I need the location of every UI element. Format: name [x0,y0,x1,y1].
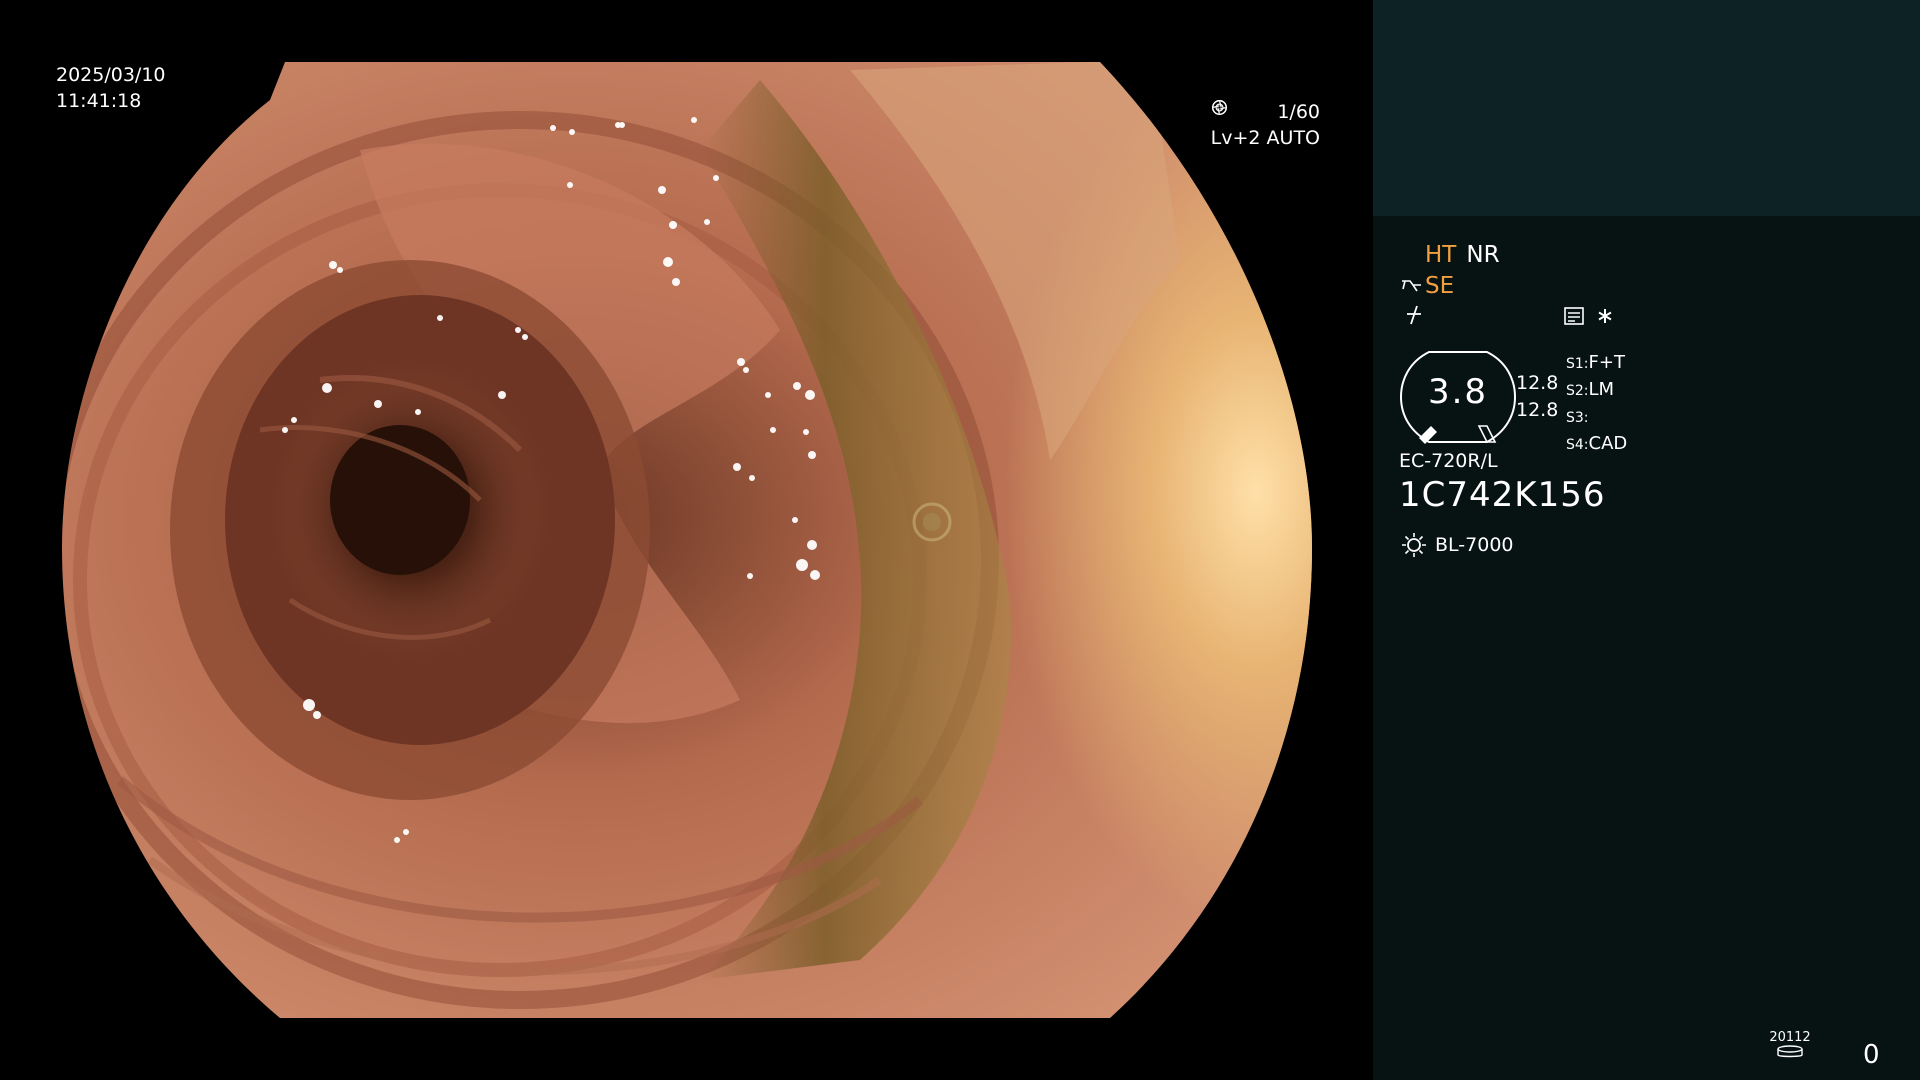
flash-icon [1407,305,1421,325]
endoscope-view: 2025/03/10 11:41:18 1/60 Lv+2 AUTO [0,0,1372,1080]
iris-text: Lv+2 AUTO [1210,127,1320,149]
light-source-label: BL-7000 [1435,534,1514,556]
scope-serial: 1C742K156 [1399,475,1606,515]
storage-label: 20112 [1769,1030,1811,1045]
asterisk-icon [1598,309,1612,323]
exposure-overlay: 1/60 Lv+2 AUTO [1211,99,1320,151]
switch-row: S3: [1566,404,1627,431]
memo-icon [1564,307,1584,325]
zoom-gauge: 3.8 [1399,350,1517,444]
storage-icon [1777,1045,1803,1058]
light-source-row: BL-7000 [1401,532,1514,558]
mode-se-label: SE [1425,273,1455,299]
image-mode-row: HT NR [1425,242,1500,268]
gauge-bottom-value: 12.8 [1516,399,1559,421]
switch-row: S1:F+T [1566,350,1627,377]
switch-row: S4:CAD [1566,431,1627,458]
iris-icon [1211,100,1227,115]
status-panel: HT NR SE 3.8 12.8 12.8 S1:F+T S2:LM S3: … [1373,0,1920,1080]
switch-key: S1: [1566,356,1589,372]
light-source-icon [1402,533,1426,557]
shutter-speed-text: 1/60 [1277,101,1320,123]
datetime-overlay: 2025/03/10 11:41:18 [56,62,166,114]
switch-key: S2: [1566,383,1589,399]
scope-tip-icon [1402,280,1421,292]
memo-row [1563,306,1613,326]
panel-header-area [1373,0,1920,216]
flash-row [1403,304,1423,332]
capture-counter: 0 [1863,1040,1880,1070]
switch-value: LM [1588,379,1615,400]
storage-indicator: 20112 [1765,1030,1815,1063]
scope-model: EC-720R/L [1399,450,1498,472]
gauge-top-value: 12.8 [1516,372,1559,394]
date-text: 2025/03/10 [56,64,166,86]
endoscopic-image [62,62,1312,1018]
iris-row: Lv+2 AUTO [1210,100,1320,151]
zoom-value: 3.8 [1427,372,1489,412]
time-text: 11:41:18 [56,90,142,112]
switch-value: F+T [1588,352,1625,373]
switch-value: CAD [1588,433,1628,454]
mode-nr-label: NR [1466,242,1500,268]
switch-key: S3: [1566,410,1589,426]
scope-switch-list: S1:F+T S2:LM S3: S4:CAD [1566,350,1627,458]
switch-row: S2:LM [1566,377,1627,404]
switch-key: S4: [1566,437,1589,453]
mode-ht-label: HT [1425,242,1457,268]
gauge-values: 12.8 12.8 [1516,370,1558,424]
structure-enhance-row: SE [1401,273,1454,299]
